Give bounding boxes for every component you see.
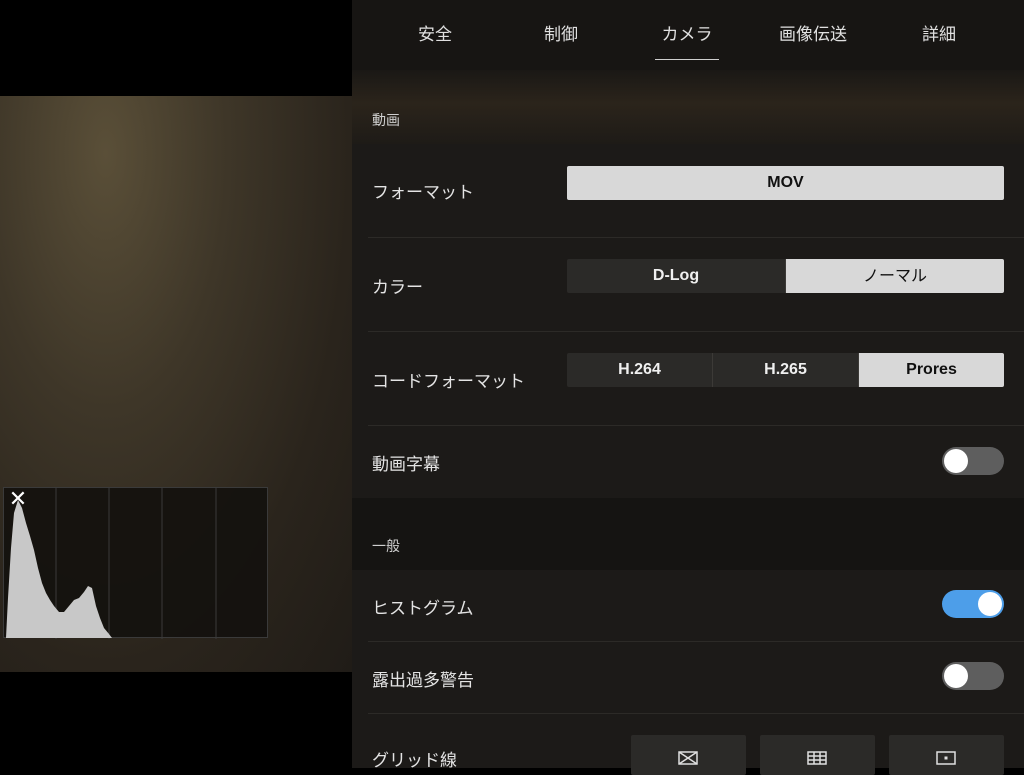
color-label: カラー [372, 278, 423, 298]
tab-safety[interactable]: 安全 [372, 0, 498, 70]
toggle-knob [944, 449, 968, 473]
center-point-icon [936, 751, 956, 765]
tab-advanced[interactable]: 詳細 [876, 0, 1002, 70]
center-point-button[interactable] [889, 735, 1004, 775]
gridlines-label: グリッド線 [372, 751, 457, 771]
overexposure-warning-toggle[interactable] [942, 662, 1004, 690]
close-icon[interactable]: ✕ [8, 489, 28, 511]
codec-label: コードフォーマット [372, 372, 525, 392]
section-header-video: 動画 [352, 70, 1024, 144]
color-option-normal[interactable]: ノーマル [786, 259, 1004, 293]
format-row: フォーマット MOV [352, 144, 1024, 238]
color-selector: D-Log ノーマル [567, 259, 1004, 293]
histogram-row: ヒストグラム [352, 570, 1024, 642]
video-subtitle-toggle[interactable] [942, 447, 1004, 475]
histogram-toggle[interactable] [942, 590, 1004, 618]
grid-icon [807, 751, 827, 765]
format-selector: MOV [567, 166, 1004, 200]
histogram-overlay: ✕ [3, 487, 268, 639]
overexposure-warning-label: 露出過多警告 [372, 671, 474, 691]
tab-control[interactable]: 制御 [498, 0, 624, 70]
format-option-mov[interactable]: MOV [567, 166, 1004, 200]
format-label: フォーマット [372, 183, 474, 203]
toggle-knob [978, 592, 1002, 616]
toggle-knob [944, 664, 968, 688]
video-subtitle-row: 動画字幕 [352, 426, 1024, 498]
tab-image-transmission[interactable]: 画像伝送 [750, 0, 876, 70]
codec-row: コードフォーマット H.264 H.265 Prores [352, 332, 1024, 426]
color-option-dlog[interactable]: D-Log [567, 259, 786, 293]
tab-bar: 安全 制御 カメラ 画像伝送 詳細 [352, 0, 1024, 70]
codec-option-h264[interactable]: H.264 [567, 353, 713, 387]
settings-panel: 安全 制御 カメラ 画像伝送 詳細 動画 フォーマット MOV カラー D-Lo… [352, 0, 1024, 775]
histogram-chart [6, 488, 217, 639]
codec-selector: H.264 H.265 Prores [567, 353, 1004, 387]
diagonal-grid-icon [678, 751, 698, 765]
histogram-curve [6, 500, 112, 638]
video-subtitle-label: 動画字幕 [372, 455, 440, 475]
diagonal-grid-button[interactable] [631, 735, 746, 775]
codec-option-h265[interactable]: H.265 [713, 353, 859, 387]
overexposure-warning-row: 露出過多警告 [352, 642, 1024, 714]
codec-option-prores[interactable]: Prores [859, 353, 1004, 387]
section-header-general: 一般 [352, 498, 1024, 570]
histogram-label: ヒストグラム [372, 599, 474, 619]
color-row: カラー D-Log ノーマル [352, 238, 1024, 332]
tab-camera[interactable]: カメラ [624, 0, 750, 70]
grid-button[interactable] [760, 735, 875, 775]
